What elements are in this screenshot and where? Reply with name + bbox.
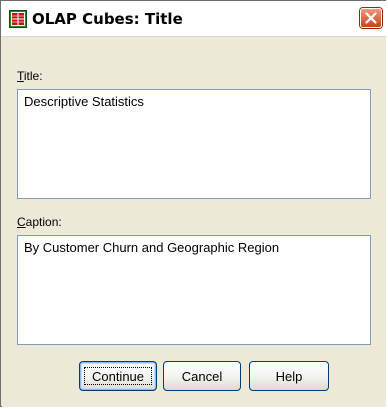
caption-label-mnemonic: C	[17, 215, 26, 229]
olap-cubes-title-dialog: OLAP Cubes: Title Title: Descriptive Sta…	[0, 0, 387, 407]
caption-label-text: aption:	[25, 215, 62, 229]
continue-button[interactable]: Continue	[79, 361, 157, 391]
continue-button-label: Continue	[91, 368, 145, 384]
window-title: OLAP Cubes: Title	[32, 10, 183, 28]
caption-label: Caption:	[17, 215, 62, 229]
close-icon	[365, 12, 377, 24]
cancel-button-label: Cancel	[181, 368, 223, 384]
close-button[interactable]	[360, 8, 382, 28]
title-textbox[interactable]: Descriptive Statistics	[17, 89, 371, 199]
help-button[interactable]: Help	[249, 361, 329, 391]
title-label-text: itle:	[23, 69, 43, 83]
cancel-button[interactable]: Cancel	[163, 361, 241, 391]
spss-dialog-icon	[9, 10, 27, 28]
dialog-body: Title: Descriptive Statistics Caption: B…	[2, 37, 386, 407]
help-button-label: Help	[275, 368, 303, 384]
title-label-mnemonic: T	[17, 69, 24, 83]
title-label: Title:	[17, 69, 43, 83]
title-bar[interactable]: OLAP Cubes: Title	[1, 1, 387, 37]
caption-textbox[interactable]: By Customer Churn and Geographic Region	[17, 235, 371, 345]
